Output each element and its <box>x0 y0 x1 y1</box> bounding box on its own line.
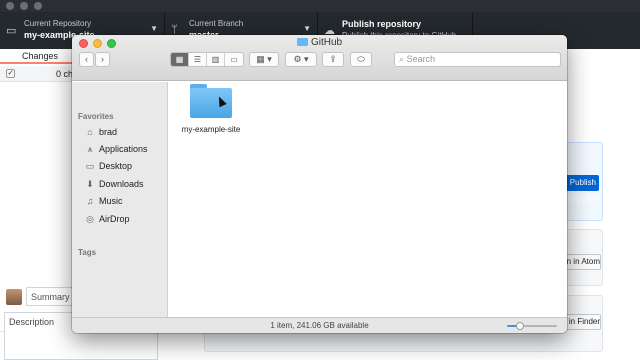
avatar <box>6 289 22 305</box>
select-all-checkbox[interactable]: ✓ <box>6 69 15 78</box>
home-icon: ⌂ <box>87 127 93 137</box>
applications-icon: ⩚ <box>87 144 93 154</box>
chevron-down-icon: ▼ <box>303 24 311 33</box>
chevron-down-icon: ▼ <box>150 24 158 33</box>
sidebar-item-label: AirDrop <box>99 214 130 224</box>
back-button[interactable]: ‹ <box>79 52 94 67</box>
publish-repository-button[interactable]: Publish repository <box>565 175 600 203</box>
music-icon: ♫ <box>86 196 94 206</box>
status-bar: 1 item, 241.06 GB available <box>72 317 567 333</box>
group-by-button[interactable]: ▦ ▾ <box>249 52 279 67</box>
sidebar-item-downloads[interactable]: ⬇ Downloads <box>84 177 144 191</box>
sidebar-item-home[interactable]: ⌂ brad <box>84 125 117 139</box>
sidebar-item-music[interactable]: ♫ Music <box>84 194 123 208</box>
sidebar-item-label: Downloads <box>99 179 144 189</box>
window-title-text: GitHub <box>310 37 343 48</box>
open-in-atom-button[interactable]: Open in Atom <box>565 254 601 270</box>
window-minimize-button[interactable] <box>20 2 28 10</box>
search-placeholder: Search <box>406 54 436 64</box>
tags-heading: Tags <box>78 248 97 257</box>
window-maximize-button[interactable] <box>34 2 42 10</box>
show-in-finder-button[interactable]: Show in Finder <box>565 314 601 330</box>
forward-button[interactable]: › <box>95 52 110 67</box>
sidebar-item-applications[interactable]: ⩚ Applications <box>84 142 148 156</box>
folder-icon <box>296 38 308 46</box>
sidebar-item-label: Desktop <box>99 161 133 171</box>
tab-changes[interactable]: Changes <box>0 49 80 64</box>
airdrop-icon: ◎ <box>86 214 94 224</box>
favorites-heading: Favorites <box>78 112 114 121</box>
app-titlebar <box>0 0 640 12</box>
computer-icon: ▭ <box>6 25 17 37</box>
desktop-icon: ▭ <box>85 161 95 171</box>
publish-label: Publish repository <box>342 19 422 29</box>
downloads-icon: ⬇ <box>86 179 94 189</box>
branch-label: Current Branch <box>189 19 244 28</box>
folder-item[interactable]: my-example-site <box>172 82 250 142</box>
column-view-button[interactable]: ▥ <box>207 53 225 66</box>
repository-label: Current Repository <box>24 19 92 28</box>
sidebar-item-label: Applications <box>99 144 148 154</box>
list-view-button[interactable]: ☰ <box>189 53 207 66</box>
finder-window: GitHub ‹ › ▦ ☰ ▥ ▭ ▦ ▾ ⚙ ▾ ⇪ ⬭ ⌕ Search … <box>72 35 567 333</box>
gallery-view-button[interactable]: ▭ <box>225 53 243 66</box>
finder-content: my-example-site <box>168 82 567 317</box>
window-close-button[interactable] <box>6 2 14 10</box>
share-button[interactable]: ⇪ <box>322 52 344 67</box>
action-menu-button[interactable]: ⚙ ▾ <box>285 52 317 67</box>
search-icon: ⌕ <box>399 54 405 64</box>
search-input[interactable]: ⌕ Search <box>394 52 561 67</box>
sidebar-item-airdrop[interactable]: ◎ AirDrop <box>84 212 130 226</box>
sidebar-item-label: brad <box>99 127 118 137</box>
tag-button[interactable]: ⬭ <box>350 52 372 67</box>
sidebar-item-desktop[interactable]: ▭ Desktop <box>84 159 132 173</box>
icon-size-slider-thumb[interactable] <box>515 322 524 330</box>
sidebar-item-label: Music <box>99 196 123 206</box>
status-text: 1 item, 241.06 GB available <box>270 321 369 330</box>
finder-titlebar: GitHub ‹ › ▦ ☰ ▥ ▭ ▦ ▾ ⚙ ▾ ⇪ ⬭ ⌕ Search <box>72 35 567 81</box>
window-title: GitHub <box>72 37 567 48</box>
icon-view-button[interactable]: ▦ <box>171 53 189 66</box>
icon-size-slider[interactable] <box>507 322 557 330</box>
folder-label: my-example-site <box>181 125 241 134</box>
view-mode-selector: ▦ ☰ ▥ ▭ <box>170 52 244 67</box>
finder-sidebar: Favorites ⌂ brad ⩚ Applications ▭ Desktop ⬇… <box>72 82 168 317</box>
